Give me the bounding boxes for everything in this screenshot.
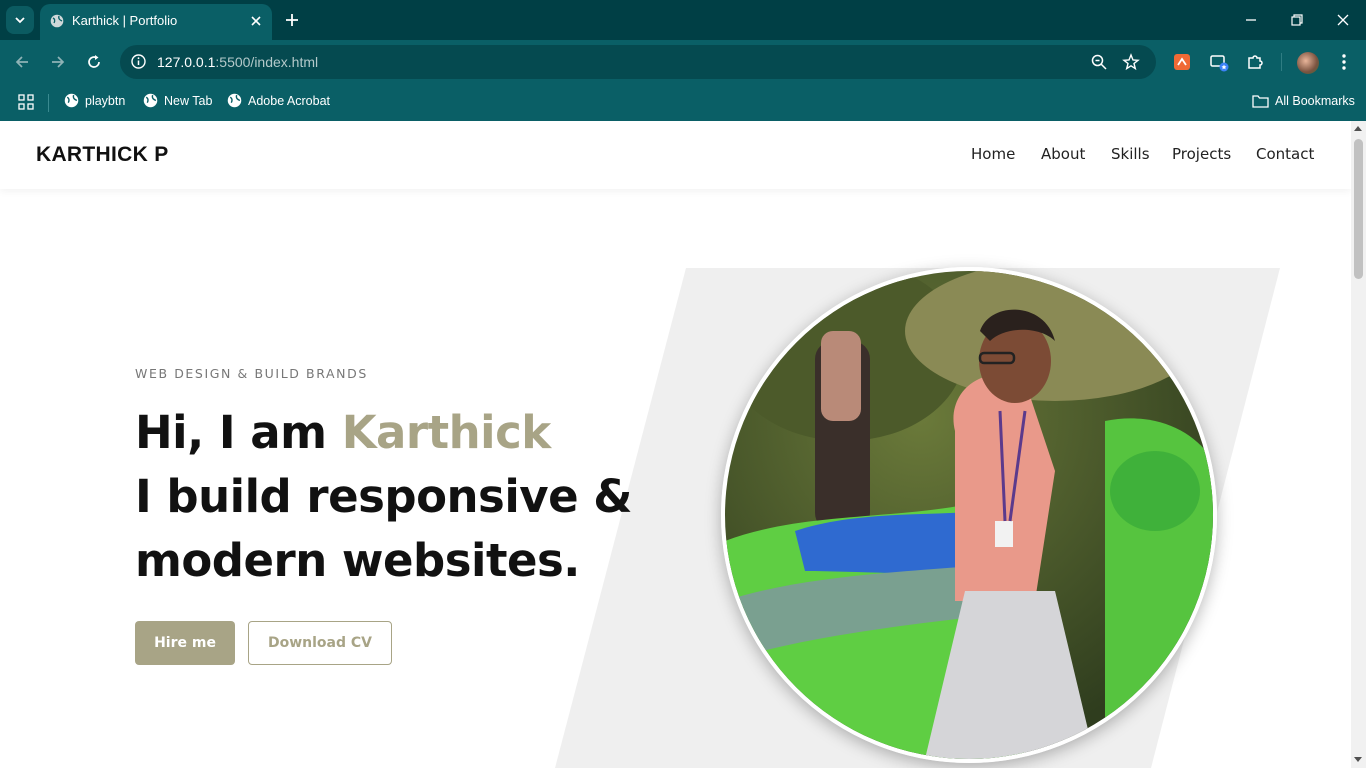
- tab-strip: Karthick | Portfolio: [0, 0, 1366, 40]
- globe-icon: [143, 93, 158, 108]
- site-navbar: KARTHICK P Home About Skills Projects Co…: [0, 121, 1351, 189]
- hero-eyebrow: WEB DESIGN & BUILD BRANDS: [135, 366, 368, 381]
- toolbar-divider: [1281, 53, 1282, 71]
- page-scrollbar[interactable]: [1351, 121, 1366, 768]
- hero-headline-line1: Hi, I am Karthick: [135, 406, 551, 459]
- site-info-icon[interactable]: [130, 53, 147, 70]
- restore-icon[interactable]: [1287, 10, 1307, 30]
- browser-toolbar: 127.0.0.1:5500/index.html: [0, 40, 1366, 84]
- bookmark-label: playbtn: [85, 93, 126, 108]
- nav-skills[interactable]: Skills: [1111, 145, 1150, 163]
- scroll-thumb[interactable]: [1354, 139, 1363, 279]
- bookmark-adobe-acrobat[interactable]: Adobe Acrobat: [227, 93, 330, 108]
- bookmark-label: New Tab: [164, 93, 213, 108]
- all-bookmarks[interactable]: All Bookmarks: [1252, 93, 1355, 108]
- headline-name: Karthick: [341, 406, 552, 459]
- folder-icon: [1252, 95, 1269, 108]
- site-logo[interactable]: KARTHICK P: [36, 143, 169, 167]
- bookmarks-bar: playbtn New Tab Adobe Acrobat All Bookma…: [0, 84, 1366, 121]
- tab-title: Karthick | Portfolio: [72, 13, 178, 28]
- url-text: 127.0.0.1:5500/index.html: [157, 54, 318, 70]
- close-window-icon[interactable]: [1333, 10, 1353, 30]
- profile-photo: [721, 267, 1217, 763]
- url-host: 127.0.0.1: [157, 54, 216, 70]
- extensions-puzzle-icon[interactable]: [1245, 52, 1265, 72]
- tab-share-icon[interactable]: [1209, 52, 1229, 72]
- hero-headline-line3: modern websites.: [135, 534, 580, 587]
- profile-avatar[interactable]: [1297, 52, 1319, 74]
- extension-orange-icon[interactable]: [1172, 52, 1192, 72]
- scroll-up-arrow-icon[interactable]: [1354, 126, 1362, 131]
- bookmark-star-icon[interactable]: [1122, 53, 1140, 71]
- bookmark-new-tab[interactable]: New Tab: [143, 93, 212, 108]
- apps-grid-icon[interactable]: [18, 94, 34, 110]
- globe-icon: [64, 93, 79, 108]
- headline-prefix: Hi, I am: [135, 406, 342, 459]
- zoom-icon[interactable]: [1090, 53, 1108, 71]
- chevron-down-icon: [15, 17, 25, 24]
- nav-home[interactable]: Home: [971, 145, 1015, 163]
- new-tab-icon[interactable]: [282, 10, 302, 30]
- nav-about[interactable]: About: [1041, 145, 1085, 163]
- more-menu-icon[interactable]: [1334, 52, 1354, 72]
- scroll-down-arrow-icon[interactable]: [1354, 757, 1362, 762]
- reload-icon[interactable]: [84, 52, 104, 72]
- close-tab-icon[interactable]: [248, 13, 264, 29]
- globe-icon: [50, 14, 64, 28]
- globe-icon: [227, 93, 242, 108]
- nav-contact[interactable]: Contact: [1256, 145, 1314, 163]
- all-bookmarks-label: All Bookmarks: [1275, 93, 1355, 108]
- url-path: :5500/index.html: [215, 54, 319, 70]
- back-arrow-icon[interactable]: [12, 52, 32, 72]
- nav-projects[interactable]: Projects: [1172, 145, 1231, 163]
- minimize-icon[interactable]: [1241, 10, 1261, 30]
- active-tab[interactable]: Karthick | Portfolio: [40, 4, 272, 40]
- download-cv-button[interactable]: Download CV: [248, 621, 392, 665]
- hire-me-button[interactable]: Hire me: [135, 621, 235, 665]
- page-viewport: KARTHICK P Home About Skills Projects Co…: [0, 121, 1351, 768]
- bookmark-playbtn[interactable]: playbtn: [64, 93, 125, 108]
- profile-photo-illustration: [725, 271, 1213, 759]
- bookmarks-divider: [48, 94, 49, 112]
- forward-arrow-icon[interactable]: [48, 52, 68, 72]
- tab-search-button[interactable]: [6, 6, 34, 34]
- hero-headline-line2: I build responsive &: [135, 470, 633, 523]
- bookmark-label: Adobe Acrobat: [248, 93, 331, 108]
- address-bar[interactable]: 127.0.0.1:5500/index.html: [120, 45, 1156, 79]
